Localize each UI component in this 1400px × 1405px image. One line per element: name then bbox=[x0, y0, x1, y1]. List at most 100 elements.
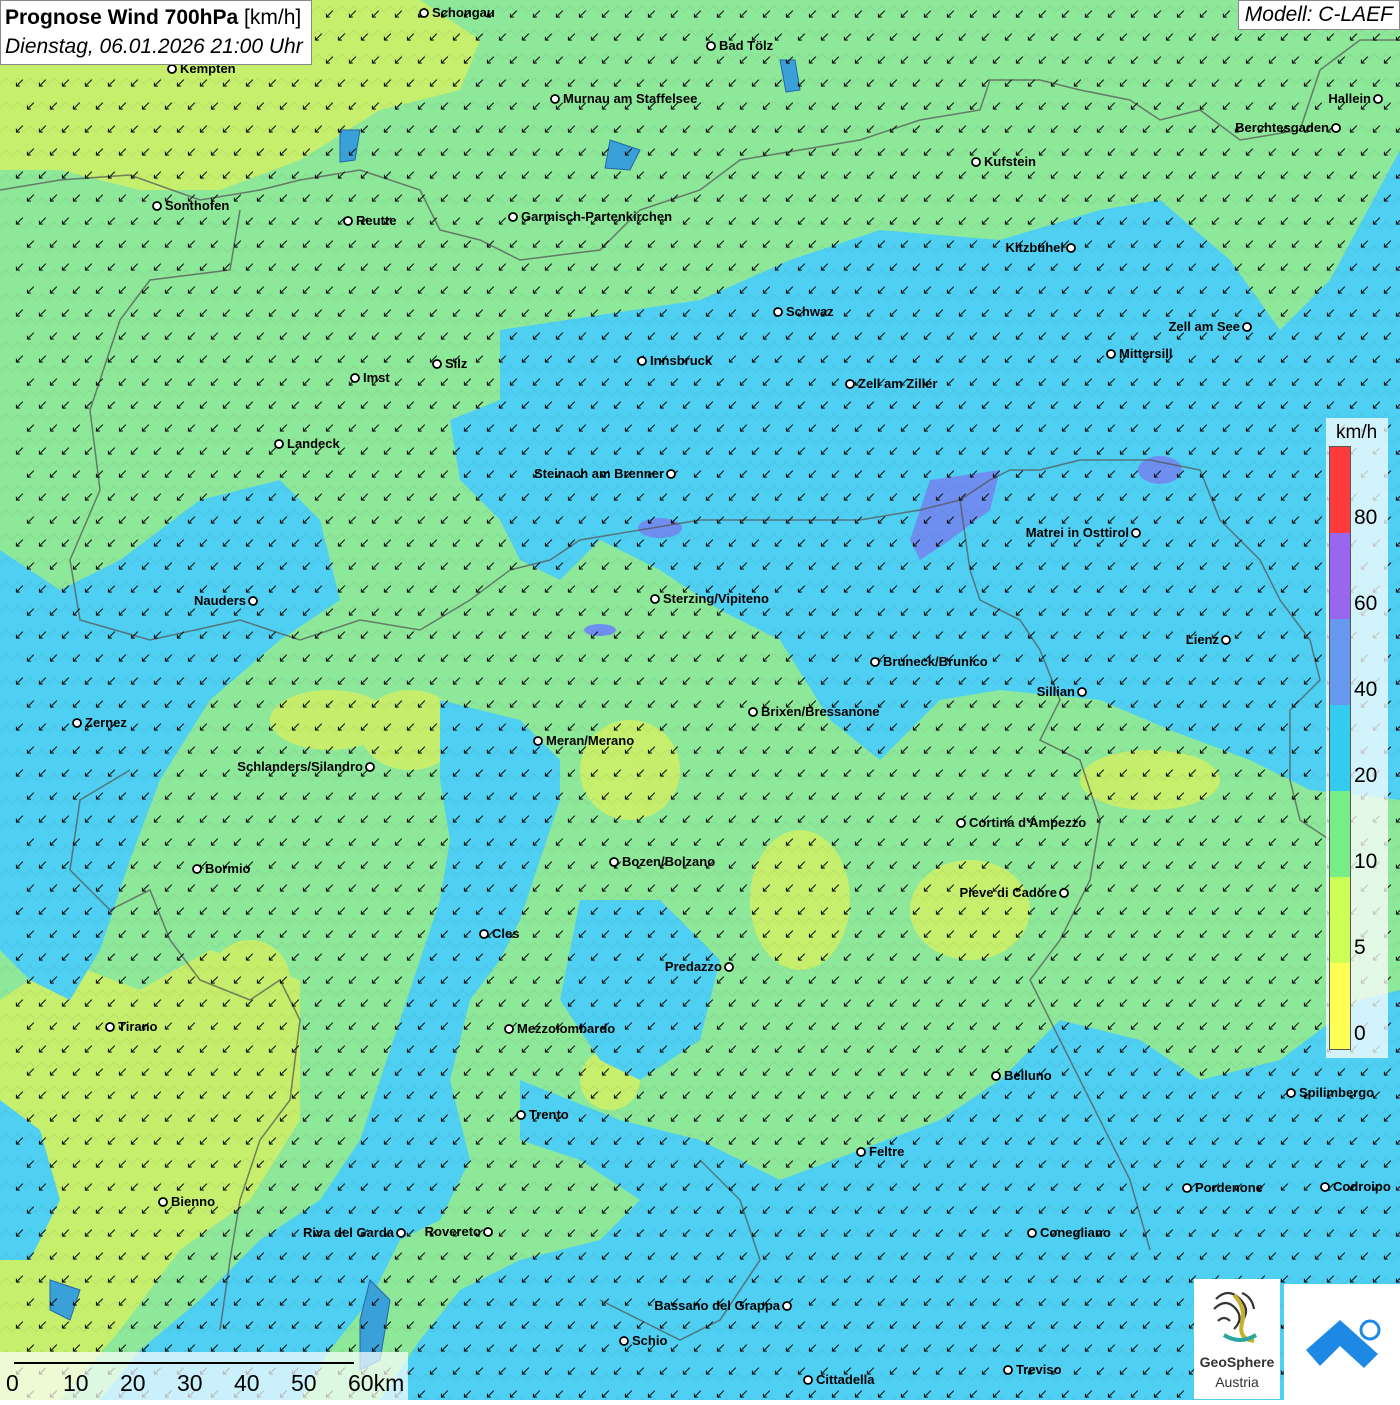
city-marker[interactable] bbox=[365, 762, 375, 772]
legend-segment bbox=[1330, 791, 1350, 877]
city-marker[interactable] bbox=[1320, 1182, 1330, 1192]
wind-arrow-icon: ↙ bbox=[1336, 1065, 1347, 1080]
city-marker[interactable] bbox=[1059, 888, 1069, 898]
wind-arrow-icon: ↙ bbox=[957, 674, 968, 689]
city-marker[interactable] bbox=[650, 594, 660, 604]
wind-arrow-icon: ↙ bbox=[83, 1088, 94, 1103]
wind-arrow-icon: ↙ bbox=[186, 375, 197, 390]
city-marker[interactable] bbox=[971, 157, 981, 167]
city-marker[interactable] bbox=[1131, 528, 1141, 538]
wind-arrow-icon: ↙ bbox=[968, 1019, 979, 1034]
wind-arrow-icon: ↙ bbox=[474, 1088, 485, 1103]
wind-arrow-icon: ↙ bbox=[934, 306, 945, 321]
city-marker[interactable] bbox=[773, 307, 783, 317]
city-marker[interactable] bbox=[419, 8, 429, 18]
wind-arrow-icon: ↙ bbox=[945, 467, 956, 482]
wind-arrow-icon: ↙ bbox=[761, 53, 772, 68]
city-marker[interactable] bbox=[1003, 1365, 1013, 1375]
city-marker[interactable] bbox=[1331, 123, 1341, 133]
city-marker[interactable] bbox=[706, 41, 716, 51]
city-marker[interactable] bbox=[516, 1110, 526, 1120]
wind-arrow-icon: ↙ bbox=[393, 1019, 404, 1034]
city-marker[interactable] bbox=[479, 929, 489, 939]
city-marker[interactable] bbox=[1077, 687, 1087, 697]
city-marker[interactable] bbox=[343, 216, 353, 226]
wind-arrow-icon: ↙ bbox=[37, 996, 48, 1011]
wind-arrow-icon: ↙ bbox=[1267, 1111, 1278, 1126]
wind-arrow-icon: ↙ bbox=[1359, 1111, 1370, 1126]
city-marker[interactable] bbox=[803, 1375, 813, 1385]
geosphere-logo[interactable]: GeoSphere Austria bbox=[1194, 1279, 1280, 1399]
wind-arrow-icon: ↙ bbox=[1095, 812, 1106, 827]
wind-arrow-icon: ↙ bbox=[784, 237, 795, 252]
city-marker[interactable] bbox=[1221, 635, 1231, 645]
city-marker[interactable] bbox=[870, 657, 880, 667]
wind-arrow-icon: ↙ bbox=[957, 306, 968, 321]
wind-arrow-icon: ↙ bbox=[761, 1065, 772, 1080]
city-marker[interactable] bbox=[350, 373, 360, 383]
city-marker[interactable] bbox=[158, 1197, 168, 1207]
wind-arrow-icon: ↙ bbox=[865, 1226, 876, 1241]
city-marker[interactable] bbox=[619, 1336, 629, 1346]
wind-arrow-icon: ↙ bbox=[980, 214, 991, 229]
app-logo[interactable] bbox=[1284, 1284, 1400, 1400]
city-marker[interactable] bbox=[637, 356, 647, 366]
wind-arrow-icon: ↙ bbox=[1371, 214, 1382, 229]
city-marker[interactable] bbox=[666, 469, 676, 479]
wind-arrow-icon: ↙ bbox=[347, 237, 358, 252]
wind-arrow-icon: ↙ bbox=[267, 1088, 278, 1103]
wind-arrow-icon: ↙ bbox=[1003, 904, 1014, 919]
city-marker[interactable] bbox=[105, 1022, 115, 1032]
wind-arrow-icon: ↙ bbox=[577, 835, 588, 850]
city-marker[interactable] bbox=[748, 707, 758, 717]
wind-arrow-icon: ↙ bbox=[278, 1019, 289, 1034]
city-marker[interactable] bbox=[167, 64, 177, 74]
wind-arrow-icon: ↙ bbox=[669, 145, 680, 160]
city-marker[interactable] bbox=[152, 201, 162, 211]
city-marker[interactable] bbox=[533, 736, 543, 746]
wind-arrow-icon: ↙ bbox=[244, 904, 255, 919]
city-marker[interactable] bbox=[609, 857, 619, 867]
city-marker[interactable] bbox=[956, 818, 966, 828]
city-marker[interactable] bbox=[991, 1071, 1001, 1081]
city-marker[interactable] bbox=[1286, 1088, 1296, 1098]
wind-arrow-icon: ↙ bbox=[1175, 1295, 1186, 1310]
wind-arrow-icon: ↙ bbox=[669, 559, 680, 574]
city-marker[interactable] bbox=[274, 439, 284, 449]
city-marker[interactable] bbox=[432, 359, 442, 369]
city-marker[interactable] bbox=[856, 1147, 866, 1157]
wind-arrow-icon: ↙ bbox=[313, 168, 324, 183]
wind-arrow-icon: ↙ bbox=[554, 237, 565, 252]
city-marker[interactable] bbox=[483, 1227, 493, 1237]
wind-arrow-icon: ↙ bbox=[968, 973, 979, 988]
city-marker[interactable] bbox=[550, 94, 560, 104]
wind-arrow-icon: ↙ bbox=[1371, 1226, 1382, 1241]
wind-arrow-icon: ↙ bbox=[1244, 835, 1255, 850]
city-marker[interactable] bbox=[782, 1301, 792, 1311]
city-marker[interactable] bbox=[72, 718, 82, 728]
city-marker[interactable] bbox=[396, 1228, 406, 1238]
wind-arrow-icon: ↙ bbox=[669, 927, 680, 942]
city-marker[interactable] bbox=[192, 864, 202, 874]
wind-arrow-icon: ↙ bbox=[612, 1134, 623, 1149]
wind-arrow-icon: ↙ bbox=[1302, 720, 1313, 735]
city-marker[interactable] bbox=[1106, 349, 1116, 359]
city-marker[interactable] bbox=[1373, 94, 1383, 104]
city-marker[interactable] bbox=[1182, 1183, 1192, 1193]
city-marker[interactable] bbox=[724, 962, 734, 972]
city-marker[interactable] bbox=[504, 1024, 514, 1034]
wind-arrow-icon: ↙ bbox=[152, 1134, 163, 1149]
city-marker[interactable] bbox=[508, 212, 518, 222]
wind-arrow-icon: ↙ bbox=[508, 53, 519, 68]
wind-arrow-icon: ↙ bbox=[14, 812, 25, 827]
wind-arrow-icon: ↙ bbox=[1014, 1341, 1025, 1356]
city-marker[interactable] bbox=[845, 379, 855, 389]
city-marker[interactable] bbox=[1027, 1228, 1037, 1238]
wind-arrow-icon: ↙ bbox=[750, 536, 761, 551]
wind-arrow-icon: ↙ bbox=[589, 1318, 600, 1333]
wind-arrow-icon: ↙ bbox=[1049, 1088, 1060, 1103]
city-marker[interactable] bbox=[1242, 322, 1252, 332]
city-marker[interactable] bbox=[1066, 243, 1076, 253]
wind-arrow-icon: ↙ bbox=[1083, 1341, 1094, 1356]
city-marker[interactable] bbox=[248, 596, 258, 606]
